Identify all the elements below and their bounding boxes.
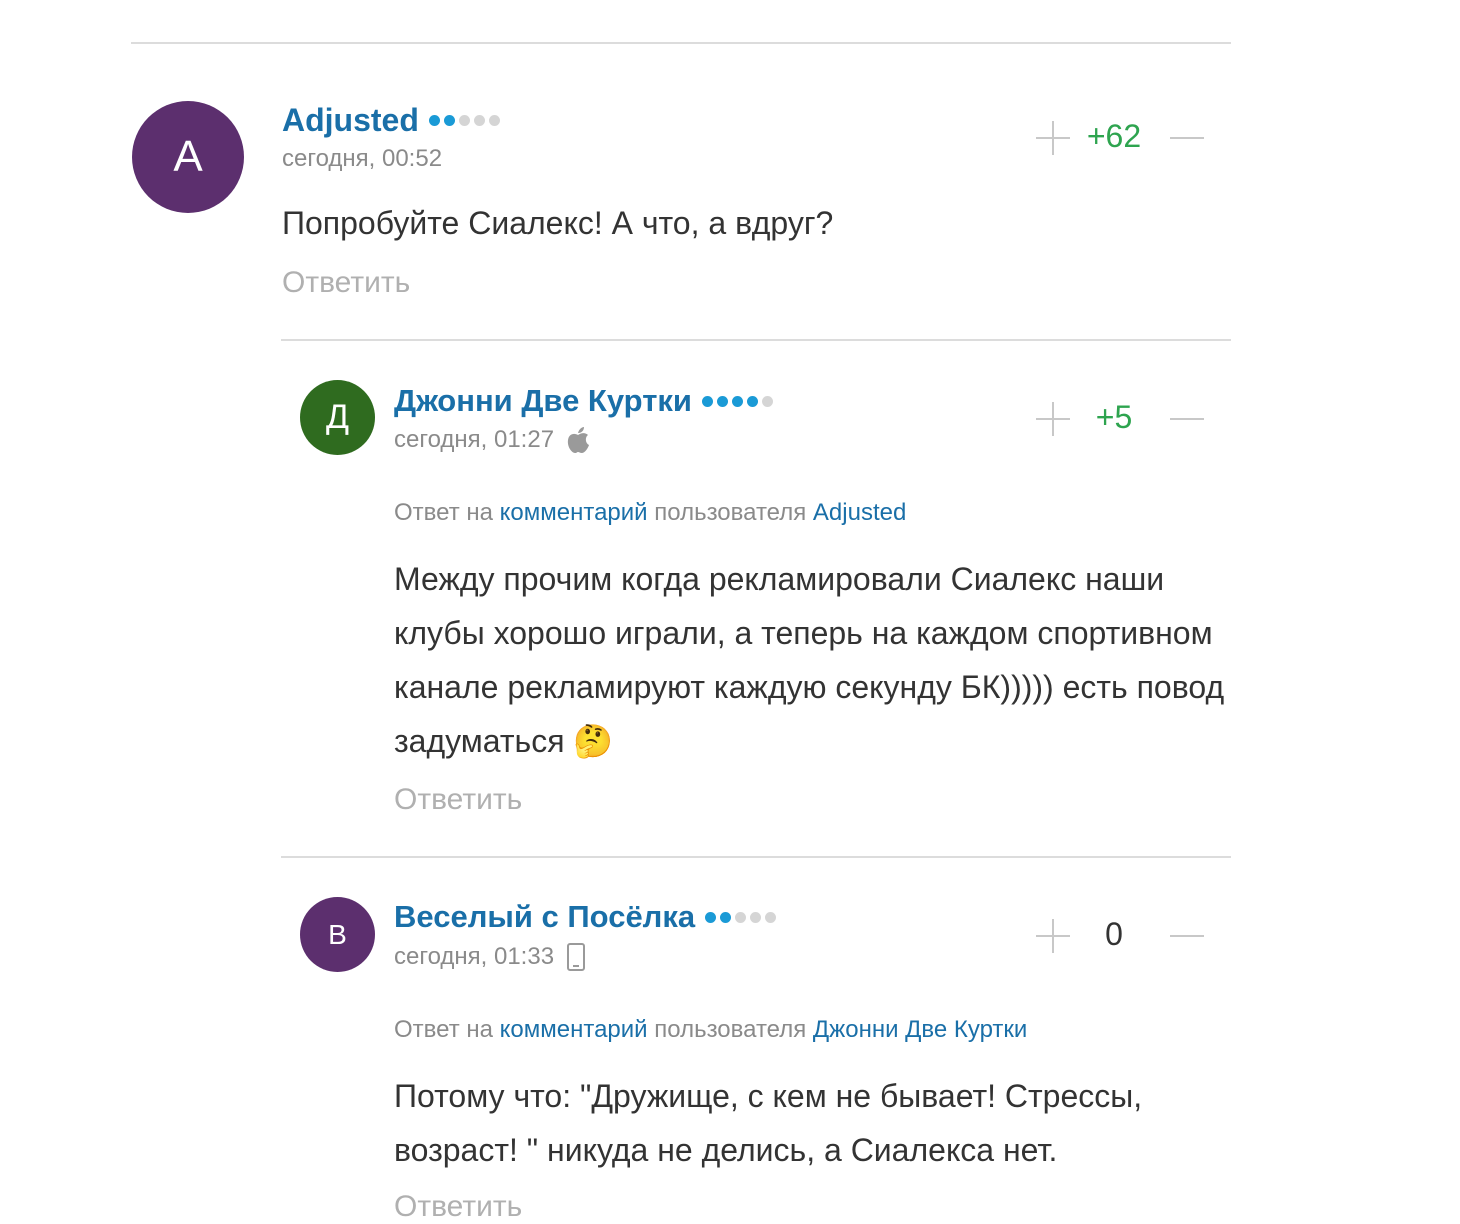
reply-to-user-link[interactable]: Adjusted (813, 499, 906, 526)
author-link[interactable]: Adjusted (282, 102, 419, 139)
vote-score: +5 (1095, 399, 1133, 435)
author-link[interactable]: Джонни Две Куртки (394, 383, 692, 419)
avatar[interactable]: В (300, 897, 375, 972)
user-rating-dots (428, 114, 500, 126)
comment-meta: сегодня, 00:52 (282, 145, 442, 173)
avatar-letter: A (173, 132, 203, 181)
reply-to-middle: пользователя (654, 499, 807, 526)
vote-score: 0 (1105, 916, 1123, 952)
rating-dot (720, 911, 732, 923)
rating-dot (716, 395, 728, 407)
comment-text: Потому что: "Дружище, с кем не бывает! С… (394, 1078, 1143, 1168)
author-line: Adjusted (282, 100, 500, 140)
downvote-button[interactable] (1170, 935, 1204, 939)
rating-dot (701, 395, 713, 407)
downvote-button[interactable] (1170, 418, 1204, 422)
user-rating-dots (705, 911, 777, 923)
reply-to-info: Ответ на комментарий пользователя Adjust… (394, 499, 906, 527)
reply-to-middle: пользователя (654, 1016, 807, 1043)
rating-dot (761, 395, 773, 407)
author-link[interactable]: Веселый с Посёлка (394, 899, 695, 935)
mobile-phone-icon (566, 943, 586, 971)
comment-text: Между прочим когда рекламировали Сиалекс… (394, 561, 1225, 759)
rating-dot (746, 395, 758, 407)
rating-dot (488, 114, 500, 126)
upvote-button[interactable] (1036, 919, 1070, 953)
comment-meta: сегодня, 01:27 (394, 426, 590, 454)
rating-dot (735, 911, 747, 923)
reply-button[interactable]: Ответить (394, 1190, 522, 1224)
downvote-button[interactable] (1170, 137, 1204, 141)
timestamp: сегодня, 01:33 (394, 943, 555, 970)
reply-button[interactable]: Ответить (394, 783, 522, 817)
comment-meta: сегодня, 01:33 (394, 943, 586, 971)
author-line: Веселый с Посёлка (394, 897, 777, 937)
rating-dot (458, 114, 470, 126)
comment-divider (281, 339, 1231, 341)
avatar[interactable]: A (132, 101, 244, 213)
upvote-button[interactable] (1036, 402, 1070, 436)
upvote-button[interactable] (1036, 121, 1070, 155)
rating-dot (428, 114, 440, 126)
avatar-letter: В (328, 918, 347, 950)
reply-to-user-link[interactable]: Джонни Две Куртки (813, 1016, 1027, 1043)
reply-to-prefix: Ответ на (394, 1016, 493, 1043)
reply-to-comment-link[interactable]: комментарий (500, 1016, 648, 1043)
avatar[interactable]: Д (300, 380, 375, 455)
rating-dot (731, 395, 743, 407)
user-rating-dots (701, 395, 773, 407)
comment-text: Попробуйте Сиалекс! А что, а вдруг? (282, 205, 834, 241)
rating-dot (765, 911, 777, 923)
reply-to-info: Ответ на комментарий пользователя Джонни… (394, 1016, 1027, 1044)
apple-icon (566, 426, 590, 454)
rating-dot (750, 911, 762, 923)
author-line: Джонни Две Куртки (394, 381, 773, 421)
rating-dot (473, 114, 485, 126)
avatar-letter: Д (325, 398, 350, 436)
rating-dot (705, 911, 717, 923)
vote-score: +62 (1086, 118, 1142, 154)
rating-dot (443, 114, 455, 126)
reply-button[interactable]: Ответить (282, 266, 410, 300)
timestamp: сегодня, 01:27 (394, 426, 555, 453)
reply-to-prefix: Ответ на (394, 499, 493, 526)
comment-divider (281, 856, 1231, 858)
top-divider (131, 42, 1231, 44)
timestamp: сегодня, 00:52 (282, 145, 443, 172)
reply-to-comment-link[interactable]: комментарий (500, 499, 648, 526)
